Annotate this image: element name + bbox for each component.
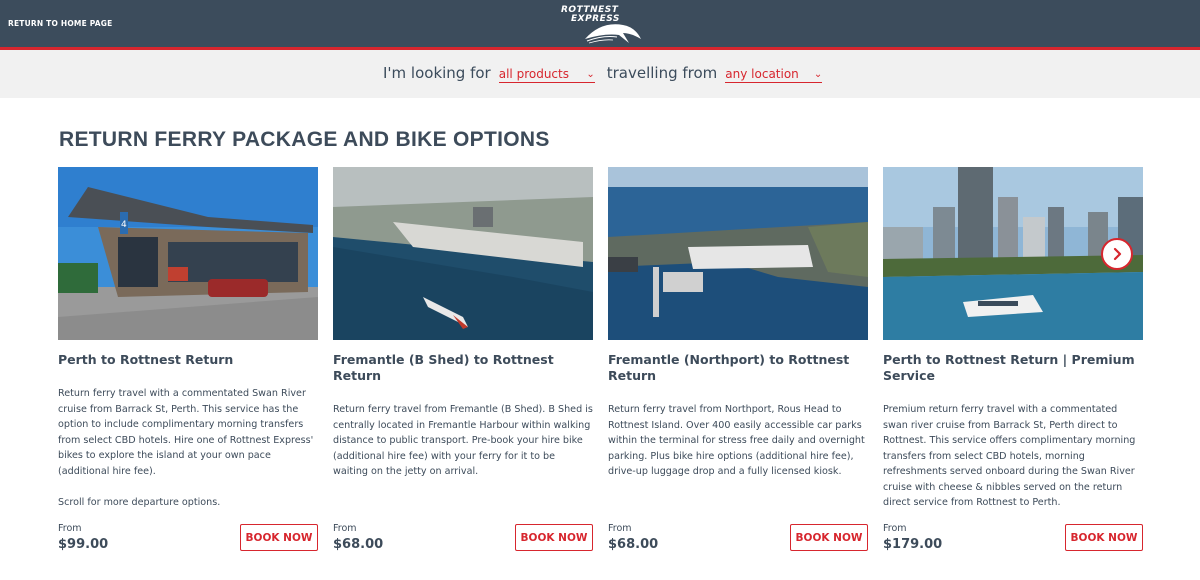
top-header: RETURN TO HOME PAGE ROTTNEST EXPRESS xyxy=(0,0,1200,50)
section-title: RETURN FERRY PACKAGE AND BIKE OPTIONS xyxy=(59,128,550,151)
book-now-button[interactable]: BOOK NOW xyxy=(790,524,868,551)
price-value: $179.00 xyxy=(883,537,943,552)
product-select-value: all products xyxy=(498,67,569,81)
price-value: $68.00 xyxy=(608,537,659,552)
chevron-down-icon: ⌄ xyxy=(586,68,595,80)
card-title[interactable]: Perth to Rottnest Return | Premium Servi… xyxy=(883,352,1143,384)
filter-sentence: I'm looking for all products ⌄ travellin… xyxy=(383,64,834,83)
price-value: $99.00 xyxy=(58,537,109,552)
card-description: Return ferry travel from Fremantle (B Sh… xyxy=(333,402,593,495)
product-filter-bar: I'm looking for all products ⌄ travellin… xyxy=(0,50,1200,98)
card-description-text: Return ferry travel with a commentated S… xyxy=(58,388,314,477)
product-card: Fremantle (Northport) to Rottnest Return… xyxy=(608,167,868,567)
rottnest-express-logo[interactable]: ROTTNEST EXPRESS xyxy=(555,3,647,45)
dolphin-logo-icon xyxy=(585,24,641,44)
card-description-text: Premium return ferry travel with a comme… xyxy=(883,404,1136,508)
card-title[interactable]: Fremantle (Northport) to Rottnest Return xyxy=(608,352,868,384)
price-from-label: From xyxy=(608,523,632,534)
book-now-button[interactable]: BOOK NOW xyxy=(515,524,593,551)
product-card: 4 Perth to Rottnest Return Return ferry … xyxy=(58,167,318,567)
card-scroll-note: Scroll for more departure options. xyxy=(58,496,221,508)
product-card: Fremantle (B Shed) to Rottnest Return Re… xyxy=(333,167,593,567)
product-card: Perth to Rottnest Return | Premium Servi… xyxy=(883,167,1143,567)
book-now-button[interactable]: BOOK NOW xyxy=(240,524,318,551)
card-description-text: Return ferry travel from Fremantle (B Sh… xyxy=(333,404,593,477)
card-description: Return ferry travel from Northport, Rous… xyxy=(608,402,868,495)
location-select[interactable]: any location ⌄ xyxy=(725,67,823,83)
price-from-label: From xyxy=(883,523,907,534)
chevron-down-icon: ⌄ xyxy=(813,68,823,80)
return-to-home-link[interactable]: RETURN TO HOME PAGE xyxy=(8,19,112,28)
card-description: Premium return ferry travel with a comme… xyxy=(883,402,1143,526)
price-from-label: From xyxy=(58,523,82,534)
price-value: $68.00 xyxy=(333,537,384,552)
card-description-text: Return ferry travel from Northport, Rous… xyxy=(608,404,865,477)
card-description: Return ferry travel with a commentated S… xyxy=(58,386,318,526)
looking-for-label: I'm looking for xyxy=(383,64,491,82)
carousel-next-button[interactable] xyxy=(1101,238,1133,270)
card-photo-northport-terminal[interactable] xyxy=(608,167,868,340)
card-photo-fremantle-harbour[interactable] xyxy=(333,167,593,340)
location-select-value: any location xyxy=(725,67,799,81)
card-photo-perth-terminal[interactable]: 4 xyxy=(58,167,318,340)
chevron-right-icon xyxy=(1113,247,1122,261)
price-from-label: From xyxy=(333,523,357,534)
terminal-number-sign: 4 xyxy=(121,220,127,230)
book-now-button[interactable]: BOOK NOW xyxy=(1065,524,1143,551)
product-select[interactable]: all products ⌄ xyxy=(498,67,595,83)
card-title[interactable]: Perth to Rottnest Return xyxy=(58,352,318,368)
travelling-from-label: travelling from xyxy=(606,64,718,82)
card-title[interactable]: Fremantle (B Shed) to Rottnest Return xyxy=(333,352,593,384)
